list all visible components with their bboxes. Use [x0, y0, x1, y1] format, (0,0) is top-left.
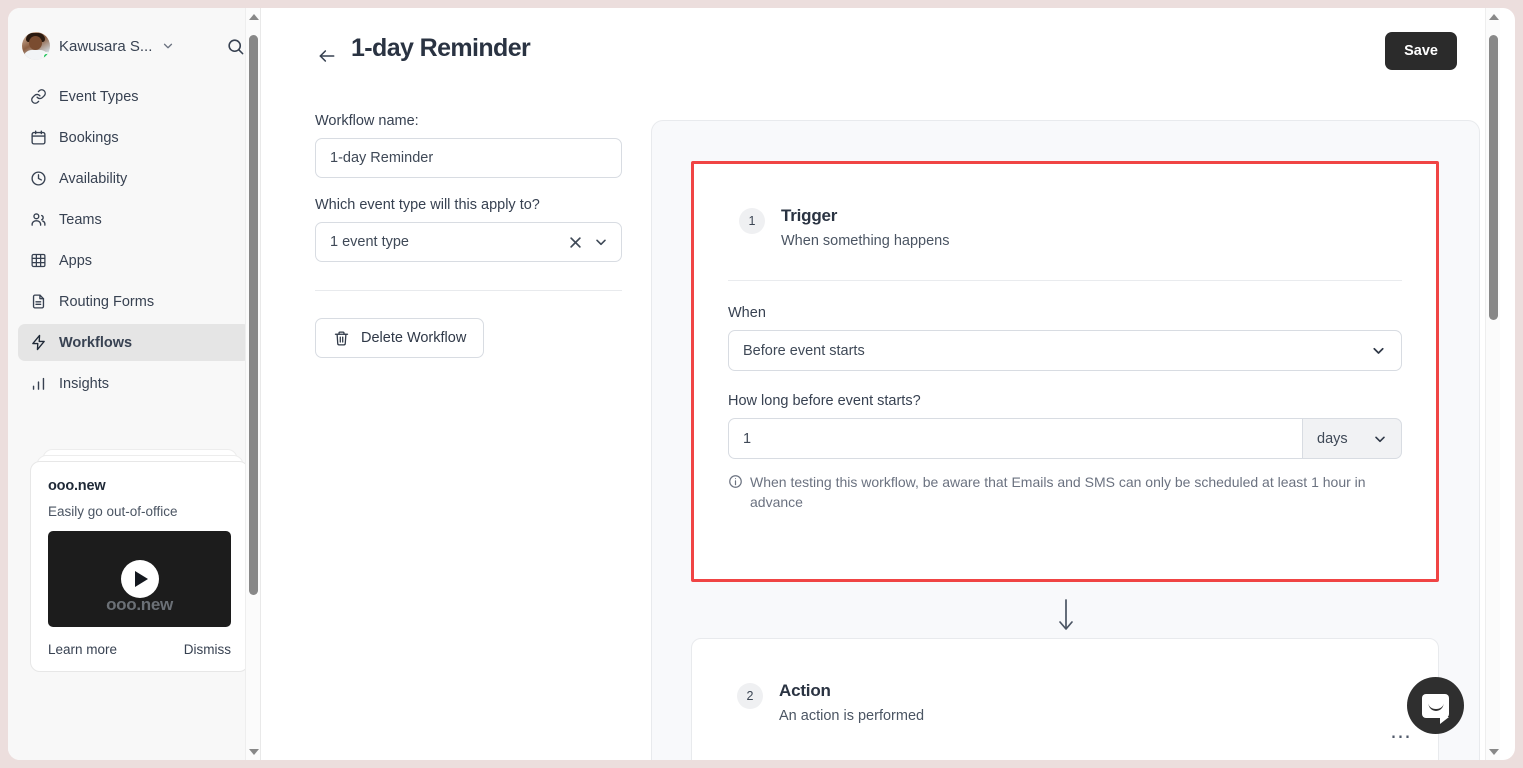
document-icon	[32, 294, 45, 309]
grid-icon	[31, 253, 46, 268]
scroll-up-arrow[interactable]	[246, 8, 261, 25]
workflow-builder-panel: 1 Trigger When something happens When Be…	[651, 120, 1480, 760]
duration-input[interactable]	[728, 418, 1302, 459]
sidebar-item-bookings[interactable]: Bookings	[18, 119, 250, 156]
back-button[interactable]	[317, 46, 337, 66]
play-icon	[120, 560, 159, 598]
users-icon	[31, 213, 46, 226]
trigger-subtitle: When something happens	[781, 233, 950, 249]
sidebar-item-routing-forms[interactable]: Routing Forms	[18, 283, 250, 320]
workflow-name-input[interactable]	[315, 138, 622, 178]
promo-card: ooo.new Easily go out-of-office ooo.new …	[30, 461, 249, 672]
video-watermark: ooo.new	[106, 595, 173, 614]
sidebar-item-label: Teams	[59, 211, 102, 228]
bar-chart-icon	[32, 377, 45, 390]
online-status-dot	[42, 52, 50, 60]
sidebar-item-label: Workflows	[59, 334, 133, 351]
action-menu-button[interactable]: ⋯	[1390, 726, 1412, 747]
trash-icon	[334, 330, 349, 346]
step-number-badge: 1	[739, 208, 765, 234]
user-switcher[interactable]: Kawusara S...	[22, 24, 248, 68]
main-content: 1-day Reminder Save Workflow name: Which…	[261, 8, 1500, 760]
when-select[interactable]: Before event starts	[728, 330, 1402, 371]
workflow-name-label: Workflow name:	[315, 113, 419, 129]
duration-label: How long before event starts?	[728, 393, 921, 409]
sidebar-item-label: Apps	[59, 252, 93, 269]
bolt-icon	[32, 334, 45, 351]
when-value: Before event starts	[743, 342, 865, 359]
sidebar-item-label: Availability	[59, 170, 128, 187]
calendar-icon	[31, 130, 46, 145]
info-icon	[729, 475, 742, 488]
action-step-card: 2 Action An action is performed ⋯	[691, 638, 1439, 760]
promo-subtitle: Easily go out-of-office	[48, 504, 178, 519]
main-scrollbar[interactable]	[1485, 8, 1500, 760]
sidebar-scrollbar[interactable]	[245, 8, 260, 760]
scrollbar-thumb[interactable]	[249, 35, 258, 595]
sidebar-item-insights[interactable]: Insights	[18, 365, 250, 402]
trigger-step-card: 1 Trigger When something happens When Be…	[691, 161, 1439, 582]
dismiss-link[interactable]: Dismiss	[184, 642, 231, 657]
user-name: Kawusara S...	[59, 37, 153, 55]
event-type-value: 1 event type	[330, 234, 409, 250]
sidebar-item-workflows[interactable]: Workflows	[18, 324, 250, 361]
scheduling-warning: When testing this workflow, be aware tha…	[728, 472, 1400, 513]
delete-workflow-label: Delete Workflow	[361, 330, 467, 346]
flow-connector	[652, 598, 1479, 632]
action-subtitle: An action is performed	[779, 708, 925, 724]
page-header: 1-day Reminder Save	[261, 8, 1500, 100]
sidebar-nav: Event Types Bookings Availability Teams …	[8, 78, 260, 402]
save-button[interactable]: Save	[1385, 32, 1457, 70]
search-icon	[227, 38, 243, 54]
sidebar-item-apps[interactable]: Apps	[18, 242, 250, 279]
promo-video-thumbnail[interactable]: ooo.new	[48, 531, 231, 627]
duration-unit-select[interactable]: days	[1302, 418, 1402, 459]
sidebar-item-label: Bookings	[59, 129, 119, 146]
clock-icon	[31, 171, 46, 186]
intercom-chat-button[interactable]	[1407, 677, 1464, 734]
workflow-settings-form: Workflow name: Which event type will thi…	[315, 113, 623, 358]
form-divider	[315, 290, 622, 291]
intercom-chat-icon	[1422, 693, 1449, 724]
event-type-select[interactable]: 1 event type	[315, 222, 622, 262]
chevron-down-icon	[1375, 436, 1385, 442]
delete-workflow-button[interactable]: Delete Workflow	[315, 318, 485, 358]
app-window: Kawusara S... Event Types Bookings Avail…	[8, 8, 1515, 760]
when-label: When	[728, 305, 766, 321]
page-title: 1-day Reminder	[351, 34, 531, 62]
action-title: Action	[779, 681, 831, 700]
trigger-title: Trigger	[781, 206, 838, 225]
sidebar-item-teams[interactable]: Teams	[18, 201, 250, 238]
chevron-down-icon[interactable]	[593, 234, 609, 250]
link-icon	[31, 89, 46, 104]
chevron-down-icon	[1373, 347, 1384, 354]
promo-card-stack: ooo.new Easily go out-of-office ooo.new …	[30, 449, 249, 672]
sidebar-item-label: Event Types	[59, 88, 139, 105]
scheduling-warning-text: When testing this workflow, be aware tha…	[750, 474, 1366, 511]
scroll-down-arrow[interactable]	[1486, 743, 1500, 760]
promo-title: ooo.new	[48, 478, 106, 494]
arrow-down-icon	[1058, 599, 1073, 630]
scroll-up-arrow[interactable]	[1486, 8, 1500, 25]
sidebar: Kawusara S... Event Types Bookings Avail…	[8, 8, 261, 760]
arrow-left-icon	[319, 50, 335, 62]
scroll-down-arrow[interactable]	[246, 743, 261, 760]
learn-more-link[interactable]: Learn more	[48, 642, 117, 657]
sidebar-item-label: Insights	[59, 375, 109, 392]
duration-unit-value: days	[1317, 430, 1348, 447]
avatar	[22, 32, 50, 60]
sidebar-item-label: Routing Forms	[59, 293, 155, 310]
scrollbar-thumb[interactable]	[1489, 35, 1498, 320]
event-type-label: Which event type will this apply to?	[315, 197, 540, 213]
clear-icon[interactable]	[568, 235, 583, 250]
chevron-down-icon	[164, 43, 173, 49]
sidebar-item-availability[interactable]: Availability	[18, 160, 250, 197]
step-number-badge: 2	[737, 683, 763, 709]
sidebar-item-event-types[interactable]: Event Types	[18, 78, 250, 115]
